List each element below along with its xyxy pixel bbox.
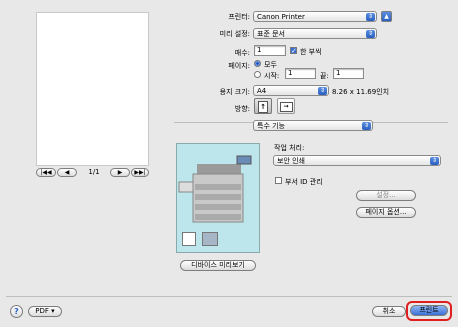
- collate-label: 한 부씩: [300, 48, 322, 56]
- settings-button[interactable]: 설정...: [356, 190, 416, 201]
- paper-size-select[interactable]: A4 ⇕: [253, 85, 329, 96]
- copies-label: 매수:: [234, 49, 250, 57]
- job-processing-select[interactable]: 보안 인쇄 ⇕: [273, 155, 441, 166]
- presets-value: 표준 문서: [257, 30, 285, 38]
- pdf-button[interactable]: PDF ▾: [28, 306, 62, 317]
- help-button[interactable]: ?: [10, 305, 23, 318]
- paper-size-label: 용지 크기:: [219, 88, 250, 96]
- presets-label: 미리 설정:: [219, 30, 250, 38]
- paper-dimensions: 8.26 x 11.69인치: [332, 88, 390, 96]
- page-indicator: 1/1: [88, 168, 100, 176]
- chevron-updown-icon: ⇕: [362, 122, 371, 130]
- dept-id-checkbox[interactable]: [275, 177, 282, 184]
- pages-from-label: 시작:: [264, 72, 280, 80]
- device-preview-button[interactable]: 디바이스 미리보기: [180, 260, 256, 271]
- portrait-button[interactable]: ↑: [254, 98, 272, 114]
- page-preview: [36, 12, 149, 166]
- printer-value: Canon Printer: [257, 13, 305, 21]
- pages-all-label: 모두: [264, 61, 277, 69]
- disclosure-button[interactable]: ▲: [381, 11, 392, 22]
- document-icon: [182, 232, 196, 246]
- landscape-icon: →: [279, 102, 293, 112]
- paper-size-value: A4: [257, 87, 267, 95]
- prev-page-button[interactable]: ◀: [57, 168, 77, 177]
- pages-label: 페이지:: [228, 62, 250, 70]
- landscape-button[interactable]: →: [277, 98, 295, 114]
- pane-value: 특수 기능: [257, 122, 285, 130]
- footer-divider: [6, 296, 452, 297]
- pages-to-field[interactable]: 1: [333, 68, 364, 79]
- collate-checkbox[interactable]: ✓: [290, 47, 297, 55]
- orientation-label: 방향:: [234, 105, 250, 113]
- dept-id-label: 부서 ID 관리: [285, 178, 323, 186]
- first-page-button[interactable]: |◀◀: [36, 168, 56, 177]
- cancel-button[interactable]: 취소: [372, 306, 406, 317]
- print-button[interactable]: 프린트: [410, 305, 448, 316]
- pane-select[interactable]: 특수 기능 ⇕: [253, 120, 373, 131]
- chevron-updown-icon: ⇕: [430, 157, 439, 165]
- pages-all-radio[interactable]: [254, 60, 261, 67]
- chevron-updown-icon: ⇕: [318, 87, 327, 95]
- pages-to-label: 끝:: [320, 72, 329, 80]
- printer-label: 프린터:: [228, 13, 250, 21]
- printer-select[interactable]: Canon Printer ⇕: [253, 11, 377, 22]
- presets-select[interactable]: 표준 문서 ⇕: [253, 28, 377, 39]
- pages-range-radio[interactable]: [254, 71, 261, 78]
- page-options-button[interactable]: 페이지 옵션...: [356, 207, 416, 218]
- portrait-icon: ↑: [258, 101, 268, 113]
- preview-nav: |◀◀ ◀ 1/1 ▶ ▶▶|: [36, 168, 149, 180]
- job-processing-label: 작업 처리:: [274, 144, 305, 152]
- job-processing-value: 보안 인쇄: [277, 157, 305, 165]
- next-page-button[interactable]: ▶: [110, 168, 130, 177]
- copies-field[interactable]: 1: [254, 45, 286, 56]
- paper-tray-icon: [202, 232, 218, 246]
- chevron-updown-icon: ⇕: [366, 13, 375, 21]
- chevron-updown-icon: ⇕: [366, 30, 375, 38]
- pages-from-field[interactable]: 1: [285, 68, 316, 79]
- last-page-button[interactable]: ▶▶|: [131, 168, 149, 177]
